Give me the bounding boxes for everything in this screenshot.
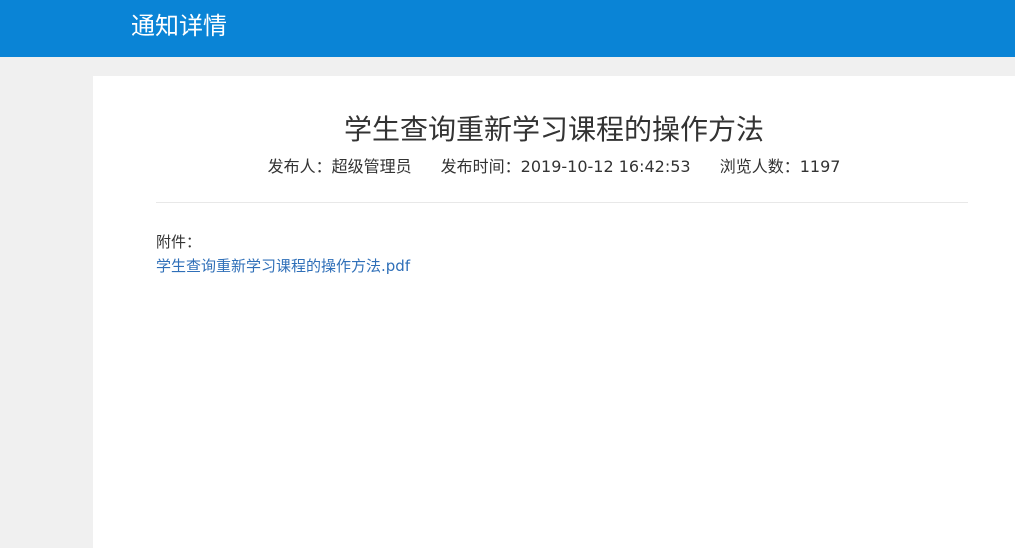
publish-time: 发布时间：2019-10-12 16:42:53: [440, 157, 691, 176]
article-title: 学生查询重新学习课程的操作方法: [343, 113, 764, 146]
view-count: 浏览人数：1197: [719, 157, 841, 176]
attachment-label: 附件：: [156, 233, 202, 251]
publisher-info: 发布人：超级管理员: [267, 157, 412, 176]
header-bar: 通知详情: [0, 0, 1015, 57]
notice-card: 学生查询重新学习课程的操作方法 发布人：超级管理员 发布时间：2019-10-1…: [93, 76, 1015, 548]
page-title: 通知详情: [131, 12, 227, 40]
attachment-link[interactable]: 学生查询重新学习课程的操作方法.pdf: [156, 256, 410, 276]
article-meta: 发布人：超级管理员 发布时间：2019-10-12 16:42:53 浏览人数：…: [93, 156, 1015, 178]
divider: [156, 202, 968, 203]
